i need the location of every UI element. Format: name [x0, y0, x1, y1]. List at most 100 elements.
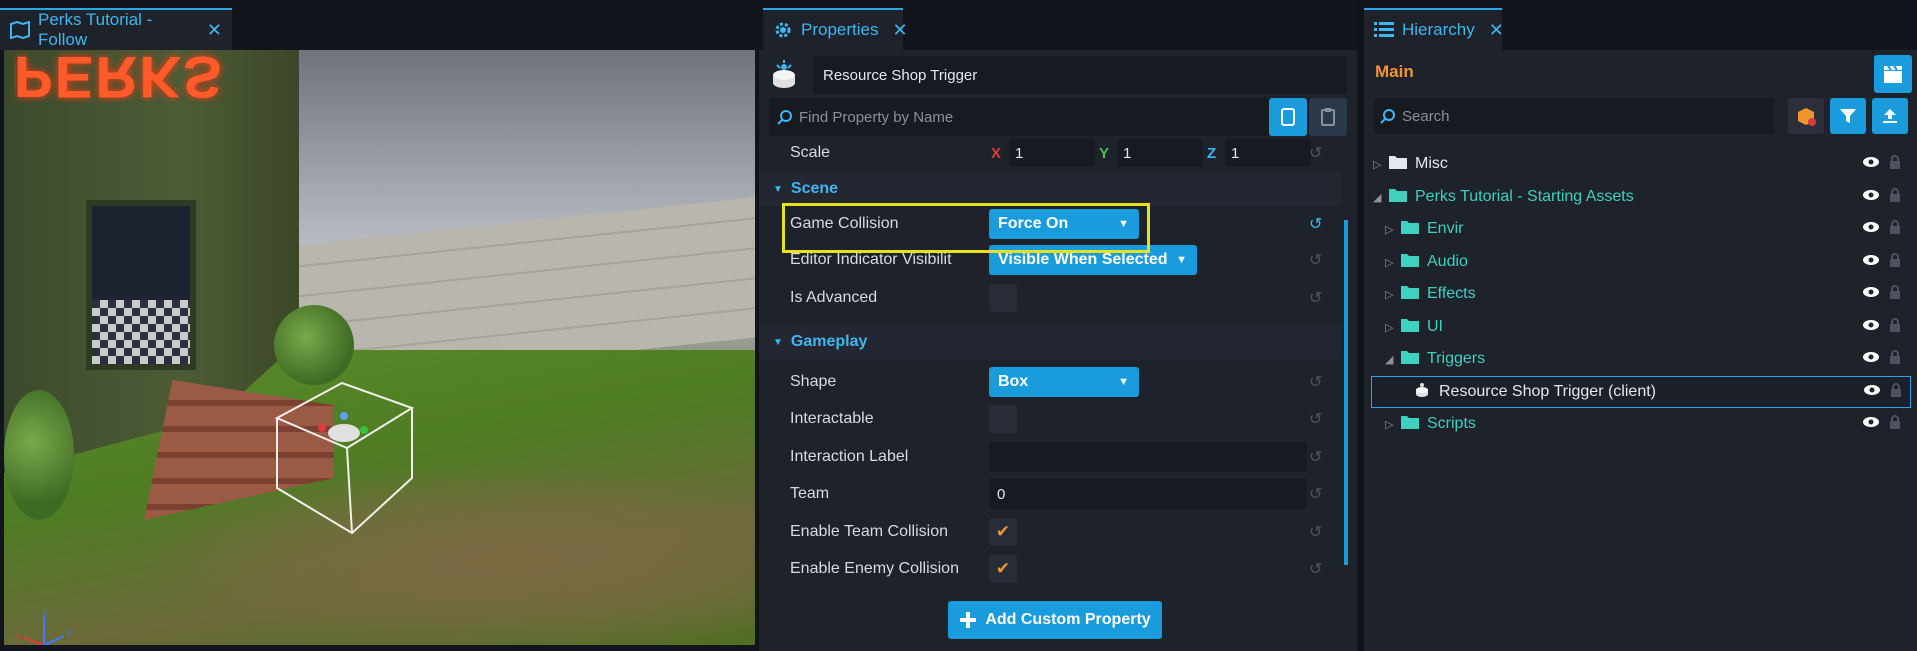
- templates-button[interactable]: [1788, 98, 1824, 134]
- properties-scrollbar[interactable]: [1344, 220, 1348, 565]
- interaction-label-label: Interaction Label: [790, 448, 909, 465]
- paste-button[interactable]: [1309, 98, 1347, 136]
- enable-team-collision-checkbox[interactable]: ✔: [989, 518, 1017, 546]
- expand-icon[interactable]: ▷: [1385, 288, 1393, 301]
- tree-item-label: Perks Tutorial - Starting Assets: [1415, 188, 1634, 205]
- properties-panel: Properties ✕ Resource Shop Trigger Find …: [759, 0, 1357, 651]
- eye-icon[interactable]: [1863, 383, 1881, 401]
- tree-item-misc[interactable]: ▷ Misc: [1364, 148, 1917, 180]
- reset-icon[interactable]: ↺: [1309, 372, 1322, 392]
- caret-down-icon: ▼: [773, 336, 783, 348]
- object-name-field[interactable]: Resource Shop Trigger: [813, 56, 1347, 94]
- close-icon[interactable]: ✕: [892, 20, 907, 41]
- section-gameplay[interactable]: ▼ Gameplay: [759, 325, 1341, 359]
- expand-icon[interactable]: ▷: [1385, 418, 1393, 431]
- lock-icon[interactable]: [1890, 382, 1902, 402]
- tree-item-triggers[interactable]: ◢ Triggers: [1364, 343, 1917, 375]
- shape-dropdown[interactable]: Box ▼: [989, 367, 1139, 397]
- eye-icon[interactable]: [1862, 415, 1880, 433]
- tree-item-scripts[interactable]: ▷ Scripts: [1364, 408, 1917, 440]
- reset-icon[interactable]: ↺: [1309, 214, 1322, 234]
- folder-icon: [1388, 154, 1408, 175]
- clipboard-icon: [1321, 108, 1335, 126]
- reset-icon[interactable]: ↺: [1309, 559, 1322, 579]
- section-scene[interactable]: ▼ Scene: [759, 172, 1341, 206]
- reset-icon[interactable]: ↺: [1309, 288, 1322, 308]
- folder-icon: [1400, 284, 1420, 305]
- upload-button[interactable]: [1872, 98, 1908, 134]
- z-key: Z: [1207, 144, 1217, 162]
- tree-item-ui[interactable]: ▷ UI: [1364, 311, 1917, 343]
- expand-icon[interactable]: ▷: [1385, 321, 1393, 334]
- reset-icon[interactable]: ↺: [1309, 447, 1322, 467]
- expand-icon[interactable]: ▷: [1373, 158, 1381, 171]
- copy-button[interactable]: [1269, 98, 1307, 136]
- add-custom-property-button[interactable]: Add Custom Property: [948, 601, 1162, 639]
- tab-viewport[interactable]: Perks Tutorial - Follow ✕: [0, 8, 232, 50]
- reset-icon[interactable]: ↺: [1309, 484, 1322, 504]
- is-advanced-label: Is Advanced: [790, 289, 878, 306]
- reset-icon[interactable]: ↺: [1309, 409, 1322, 429]
- filter-button[interactable]: [1830, 98, 1866, 134]
- team-label: Team: [790, 485, 830, 502]
- tab-properties[interactable]: Properties ✕: [763, 8, 908, 50]
- tree-item-effects[interactable]: ▷ Effects: [1364, 278, 1917, 310]
- team-input[interactable]: 0: [989, 479, 1307, 509]
- clapperboard-button[interactable]: [1874, 55, 1912, 93]
- lock-icon[interactable]: [1889, 349, 1901, 369]
- expand-icon[interactable]: ▷: [1385, 256, 1393, 269]
- scale-z-value[interactable]: 1: [1225, 139, 1311, 167]
- interaction-label-input[interactable]: [989, 442, 1307, 472]
- interactable-checkbox[interactable]: [989, 405, 1017, 433]
- tree-item-envir[interactable]: ▷ Envir: [1364, 213, 1917, 245]
- close-icon[interactable]: ✕: [1489, 20, 1504, 41]
- tree-item-resource-shop-trigger[interactable]: Resource Shop Trigger (client): [1371, 376, 1911, 408]
- scale-y[interactable]: Y 1: [1099, 139, 1203, 167]
- eye-icon[interactable]: [1862, 253, 1880, 271]
- hierarchy-root-label[interactable]: Main: [1375, 62, 1414, 82]
- hierarchy-search-input[interactable]: Search: [1374, 98, 1774, 134]
- find-property-input[interactable]: Find Property by Name: [793, 109, 1269, 126]
- collapse-icon[interactable]: ◢: [1385, 353, 1393, 366]
- enable-enemy-collision-checkbox[interactable]: ✔: [989, 555, 1017, 583]
- scale-x-value[interactable]: 1: [1009, 139, 1095, 167]
- map-icon: [10, 21, 30, 39]
- eye-icon[interactable]: [1862, 188, 1880, 206]
- reset-icon[interactable]: ↺: [1309, 250, 1322, 270]
- scale-z[interactable]: Z 1: [1207, 139, 1311, 167]
- lock-icon[interactable]: [1889, 154, 1901, 174]
- scale-y-value[interactable]: 1: [1117, 139, 1203, 167]
- lock-icon[interactable]: [1889, 414, 1901, 434]
- trigger-box-gizmo[interactable]: [272, 378, 422, 538]
- folder-icon: [1400, 414, 1420, 435]
- shape-label: Shape: [790, 373, 837, 390]
- svg-text:X: X: [16, 632, 22, 642]
- editor-indicator-value: Visible When Selected: [998, 251, 1168, 268]
- eye-icon[interactable]: [1862, 285, 1880, 303]
- close-icon[interactable]: ✕: [207, 20, 222, 41]
- eye-icon[interactable]: [1862, 318, 1880, 336]
- eye-icon[interactable]: [1862, 350, 1880, 368]
- scale-x[interactable]: X 1: [991, 139, 1095, 167]
- copy-icon: [1281, 108, 1295, 126]
- collapse-icon[interactable]: ◢: [1373, 191, 1381, 204]
- lock-icon[interactable]: [1889, 252, 1901, 272]
- lock-icon[interactable]: [1889, 284, 1901, 304]
- lock-icon[interactable]: [1889, 187, 1901, 207]
- lock-icon[interactable]: [1889, 317, 1901, 337]
- add-custom-property-label: Add Custom Property: [985, 611, 1151, 628]
- x-key: X: [991, 144, 1002, 162]
- scene-section-label: Scene: [790, 180, 839, 197]
- tab-hierarchy[interactable]: Hierarchy ✕: [1364, 8, 1504, 50]
- lock-icon[interactable]: [1889, 219, 1901, 239]
- is-advanced-checkbox[interactable]: [989, 284, 1017, 312]
- reset-icon[interactable]: ↺: [1309, 522, 1322, 542]
- scene-view[interactable]: PERKS Z X Y: [4, 50, 755, 645]
- upload-icon: [1883, 109, 1897, 123]
- eye-icon[interactable]: [1862, 220, 1880, 238]
- tree-item-audio[interactable]: ▷ Audio: [1364, 246, 1917, 278]
- tree-item-perks-tutorial-starting-assets[interactable]: ◢ Perks Tutorial - Starting Assets: [1364, 181, 1917, 213]
- expand-icon[interactable]: ▷: [1385, 223, 1393, 236]
- eye-icon[interactable]: [1862, 155, 1880, 173]
- reset-icon[interactable]: ↺: [1309, 143, 1322, 163]
